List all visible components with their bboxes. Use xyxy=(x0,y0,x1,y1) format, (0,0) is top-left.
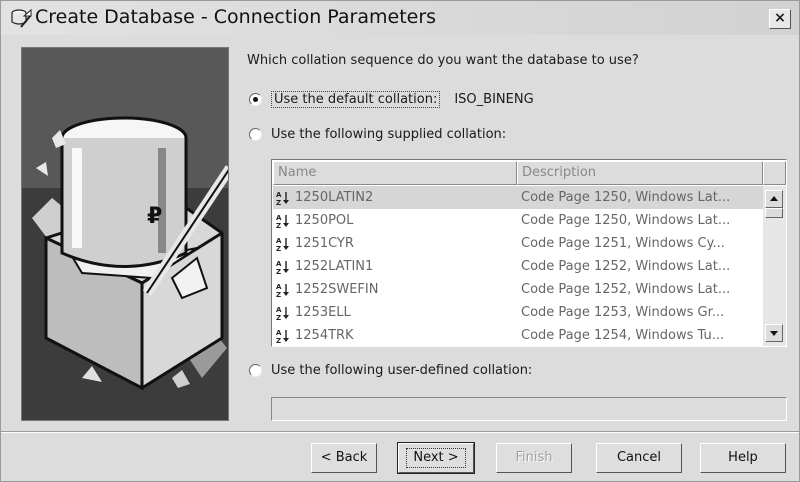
cancel-button-label: Cancel xyxy=(616,450,662,465)
svg-text:A: A xyxy=(276,260,282,268)
svg-text:Z: Z xyxy=(276,199,281,206)
user-defined-collation-option[interactable]: Use the following user-defined collation… xyxy=(249,363,532,378)
user-defined-collation-radio[interactable] xyxy=(249,364,262,377)
button-separator xyxy=(1,431,799,433)
svg-text:A: A xyxy=(276,191,282,199)
svg-text:A: A xyxy=(276,306,282,314)
scroll-thumb[interactable] xyxy=(765,208,783,218)
row-name: 1252LATIN1 xyxy=(295,259,374,274)
help-button[interactable]: Help xyxy=(700,443,786,473)
row-name: 1250LATIN2 xyxy=(295,190,374,205)
row-description: Code Page 1250, Windows Lat... xyxy=(521,213,731,228)
table-row[interactable]: A Z 1252SWEFIN Code Page 1252, Windows L… xyxy=(273,278,763,301)
table-body: A Z 1250LATIN2 Code Page 1250, Windows L… xyxy=(273,186,763,346)
sort-az-icon: A Z xyxy=(276,260,289,275)
next-button-label: Next > xyxy=(406,448,466,468)
svg-text:A: A xyxy=(276,214,282,222)
svg-text:A: A xyxy=(276,237,282,245)
sort-az-icon: A Z xyxy=(276,283,289,298)
svg-text:Z: Z xyxy=(276,291,281,298)
close-button[interactable]: × xyxy=(769,9,791,29)
row-description: Code Page 1252, Windows Lat... xyxy=(521,259,731,274)
row-description: Code Page 1252, Windows Lat... xyxy=(521,282,731,297)
vertical-scrollbar[interactable] xyxy=(763,186,786,346)
default-collation-value: ISO_BINENG xyxy=(454,92,534,107)
wizard-illustration: ₽ xyxy=(21,47,229,421)
table-row[interactable]: A Z 1252LATIN1 Code Page 1252, Windows L… xyxy=(273,255,763,278)
default-collation-radio[interactable] xyxy=(249,93,262,106)
cancel-button[interactable]: Cancel xyxy=(596,443,682,473)
table-row[interactable]: A Z 1250POL Code Page 1250, Windows Lat.… xyxy=(273,209,763,232)
table-row[interactable]: A Z 1250LATIN2 Code Page 1250, Windows L… xyxy=(273,186,763,209)
finish-button-label: Finish xyxy=(515,450,553,465)
svg-text:Z: Z xyxy=(276,245,281,252)
back-button[interactable]: < Back xyxy=(311,443,377,473)
default-collation-option[interactable]: Use the default collation: ISO_BINENG xyxy=(249,91,534,108)
back-button-label: < Back xyxy=(320,450,368,465)
sort-az-icon: A Z xyxy=(276,237,289,252)
next-button[interactable]: Next > xyxy=(397,442,475,474)
column-header-description[interactable]: Description xyxy=(517,161,763,185)
user-defined-collation-field[interactable] xyxy=(271,397,787,421)
column-header-name[interactable]: Name xyxy=(273,161,517,185)
collation-question: Which collation sequence do you want the… xyxy=(247,53,639,68)
svg-text:Z: Z xyxy=(276,337,281,344)
row-name: 1250POL xyxy=(295,213,354,228)
table-row[interactable]: A Z 1253ELL Code Page 1253, Windows Gr..… xyxy=(273,301,763,324)
sort-az-icon: A Z xyxy=(276,214,289,229)
svg-text:Z: Z xyxy=(276,314,281,321)
scroll-down-button[interactable] xyxy=(765,324,783,342)
sort-az-icon: A Z xyxy=(276,191,289,206)
svg-text:A: A xyxy=(276,329,282,337)
create-database-dialog: Create Database - Connection Parameters … xyxy=(0,0,800,482)
svg-text:A: A xyxy=(276,283,282,291)
row-description: Code Page 1251, Windows Cy... xyxy=(521,236,725,251)
sort-az-icon: A Z xyxy=(276,329,289,344)
user-defined-collation-label[interactable]: Use the following user-defined collation… xyxy=(271,363,532,378)
row-name: 1251CYR xyxy=(295,236,354,251)
row-description: Code Page 1250, Windows Lat... xyxy=(521,190,731,205)
row-name: 1253ELL xyxy=(295,305,351,320)
row-description: Code Page 1253, Windows Gr... xyxy=(521,305,725,320)
finish-button[interactable]: Finish xyxy=(496,443,572,473)
window-title: Create Database - Connection Parameters xyxy=(35,6,437,28)
sort-az-icon: A Z xyxy=(276,306,289,321)
header-filler xyxy=(763,161,786,185)
svg-text:Z: Z xyxy=(276,268,281,275)
help-button-label: Help xyxy=(728,450,758,465)
supplied-collation-label[interactable]: Use the following supplied collation: xyxy=(271,127,506,142)
row-name: 1252SWEFIN xyxy=(295,282,379,297)
supplied-collation-radio[interactable] xyxy=(249,128,262,141)
svg-text:₽: ₽ xyxy=(147,204,162,229)
database-box-illustration: ₽ xyxy=(22,48,228,420)
table-header: Name Description xyxy=(273,161,763,185)
collation-table[interactable]: Name Description A Z 1250LATIN2 Code Pag… xyxy=(271,159,787,347)
database-wizard-icon xyxy=(11,8,32,28)
table-row[interactable]: A Z 1254TRK Code Page 1254, Windows Tu..… xyxy=(273,324,763,346)
supplied-collation-option[interactable]: Use the following supplied collation: xyxy=(249,127,506,142)
table-row[interactable]: A Z 1251CYR Code Page 1251, Windows Cy..… xyxy=(273,232,763,255)
default-collation-label[interactable]: Use the default collation: xyxy=(271,91,441,108)
svg-text:Z: Z xyxy=(276,222,281,229)
scroll-up-button[interactable] xyxy=(765,190,783,208)
title-bar[interactable]: Create Database - Connection Parameters … xyxy=(1,1,799,35)
row-description: Code Page 1254, Windows Tu... xyxy=(521,328,725,343)
row-name: 1254TRK xyxy=(295,328,354,343)
